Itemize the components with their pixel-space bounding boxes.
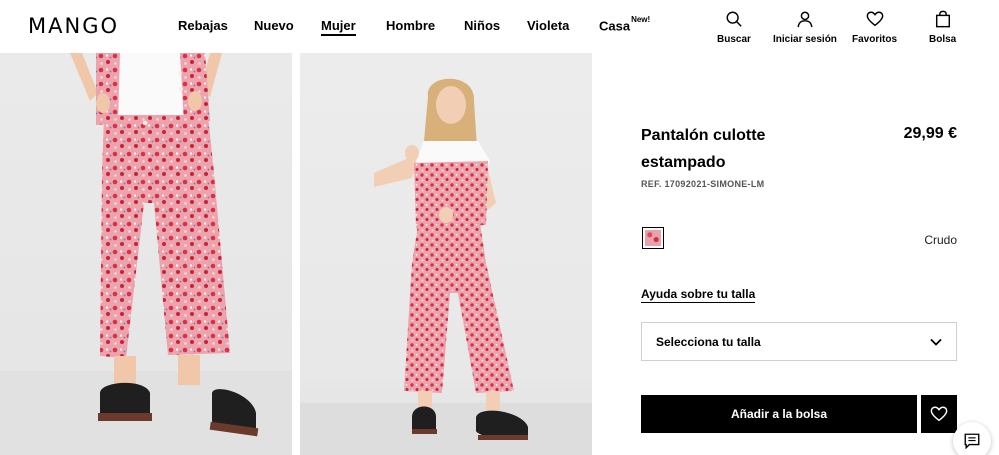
search-button[interactable]: Buscar: [717, 10, 751, 45]
color-swatch-crudo[interactable]: [642, 227, 664, 249]
add-to-favorites-button[interactable]: [921, 395, 957, 433]
bag-icon: [935, 10, 950, 28]
favorites-button[interactable]: Favoritos: [852, 10, 897, 45]
product-price: 29,99 €: [903, 125, 957, 142]
new-badge: New!: [631, 15, 651, 24]
nav-item-casa[interactable]: CasaNew!: [599, 15, 651, 34]
chat-icon: [964, 433, 980, 450]
add-to-bag-button[interactable]: Añadir a la bolsa: [641, 395, 917, 433]
search-label: Buscar: [717, 34, 751, 45]
site-header: MANGO Rebajas Nuevo Mujer Hombre Niños V…: [0, 0, 999, 53]
product-photo-2-image: [300, 78, 592, 455]
heart-icon: [866, 11, 883, 27]
mango-logo[interactable]: MANGO: [28, 14, 119, 38]
product-title: Pantalón culotte estampado: [641, 127, 766, 171]
heart-icon: [930, 406, 948, 422]
nav-item-ninos[interactable]: Niños: [464, 18, 500, 33]
chevron-down-icon: [930, 338, 942, 346]
bag-button[interactable]: Bolsa: [929, 10, 956, 45]
search-icon: [726, 11, 742, 27]
bag-label: Bolsa: [929, 34, 957, 45]
selected-color-name: Crudo: [924, 233, 957, 247]
product-photo-2[interactable]: [300, 53, 592, 455]
nav-item-violeta[interactable]: Violeta: [527, 18, 569, 33]
product-photo-1[interactable]: [0, 53, 292, 455]
size-select-dropdown[interactable]: Selecciona tu talla: [641, 322, 957, 361]
nav-item-mujer[interactable]: Mujer: [321, 18, 356, 36]
nav-item-rebajas[interactable]: Rebajas: [178, 18, 228, 33]
user-icon: [797, 11, 813, 28]
nav-item-nuevo[interactable]: Nuevo: [254, 18, 294, 33]
chat-button[interactable]: [953, 422, 991, 455]
product-photo-1-image: [0, 53, 292, 455]
product-reference: REF. 17092021-SIMONE-LM: [641, 179, 765, 189]
size-help-link[interactable]: Ayuda sobre tu talla: [641, 287, 756, 303]
size-select-label: Selecciona tu talla: [656, 334, 761, 349]
login-label: Iniciar sesión: [773, 34, 837, 45]
color-swatch-pattern: [645, 230, 661, 246]
nav-item-casa-label: Casa: [599, 18, 631, 34]
nav-item-hombre[interactable]: Hombre: [386, 18, 435, 33]
favorites-label: Favoritos: [852, 34, 898, 45]
login-button[interactable]: Iniciar sesión: [773, 10, 837, 45]
